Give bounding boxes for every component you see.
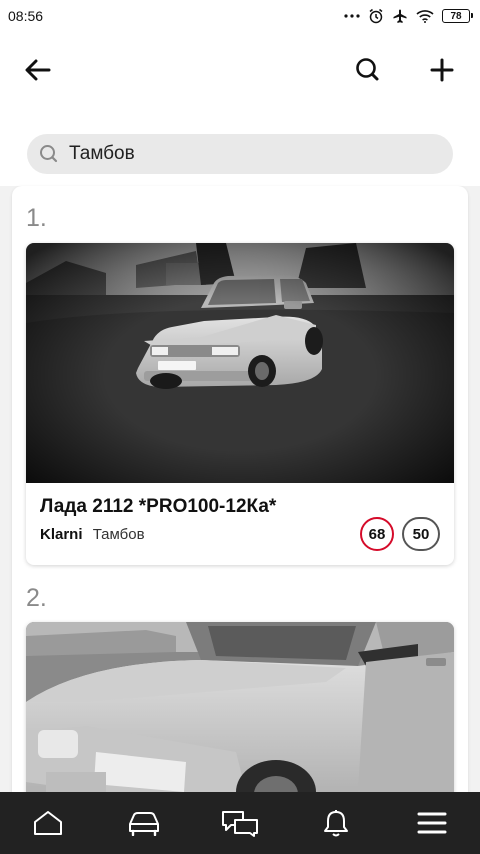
home-icon (34, 811, 62, 835)
search-input[interactable] (69, 143, 429, 165)
search-section (0, 110, 480, 186)
search-button[interactable] (348, 50, 388, 90)
search-icon (40, 145, 58, 163)
car-icon (129, 812, 159, 836)
bottom-nav (0, 792, 480, 854)
card-title[interactable]: Лада 2112 *PRO100-12Ка* (40, 496, 276, 518)
result-card[interactable]: Лада 2112 *PRO100-12Ка* Klarni Тамбов 68… (26, 243, 454, 565)
result-card[interactable] (26, 622, 454, 806)
alarm-icon (369, 8, 383, 24)
nav-messages[interactable] (210, 798, 270, 848)
back-button[interactable] (18, 50, 58, 90)
more-dots-icon (344, 14, 360, 18)
search-bar[interactable] (27, 134, 453, 174)
wifi-icon (416, 10, 434, 23)
nav-garage[interactable] (114, 798, 174, 848)
car-photo[interactable] (26, 243, 454, 483)
car-photo[interactable] (26, 622, 454, 806)
plus-icon (430, 58, 454, 82)
search-icon (356, 58, 379, 81)
nav-home[interactable] (18, 798, 78, 848)
airplane-icon (393, 9, 407, 23)
back-arrow-icon (25, 59, 51, 81)
battery-icon: 78 (442, 9, 473, 23)
nav-notifications[interactable] (306, 798, 366, 848)
chat-icon (222, 811, 258, 837)
results-list: 1. Лада 2112 *PRO100-12Ка* Klarni Тамбов… (12, 186, 468, 806)
card-info: Лада 2112 *PRO100-12Ка* Klarni Тамбов 68… (26, 483, 454, 565)
primary-count-badge: 68 (360, 517, 394, 551)
card-meta: Klarni Тамбов (40, 526, 145, 543)
app-bar (0, 32, 480, 110)
card-city: Тамбов (92, 526, 145, 543)
add-button[interactable] (422, 50, 462, 90)
menu-icon (417, 812, 447, 834)
status-icons: 78 (344, 8, 473, 24)
card-author[interactable]: Klarni (40, 526, 83, 543)
result-index: 2. (26, 584, 47, 612)
nav-menu[interactable] (402, 798, 462, 848)
status-bar: 08:56 78 (0, 0, 480, 32)
bell-icon (324, 810, 348, 837)
status-time: 08:56 (8, 8, 44, 24)
result-index: 1. (26, 204, 47, 232)
secondary-count-badge: 50 (402, 517, 440, 551)
